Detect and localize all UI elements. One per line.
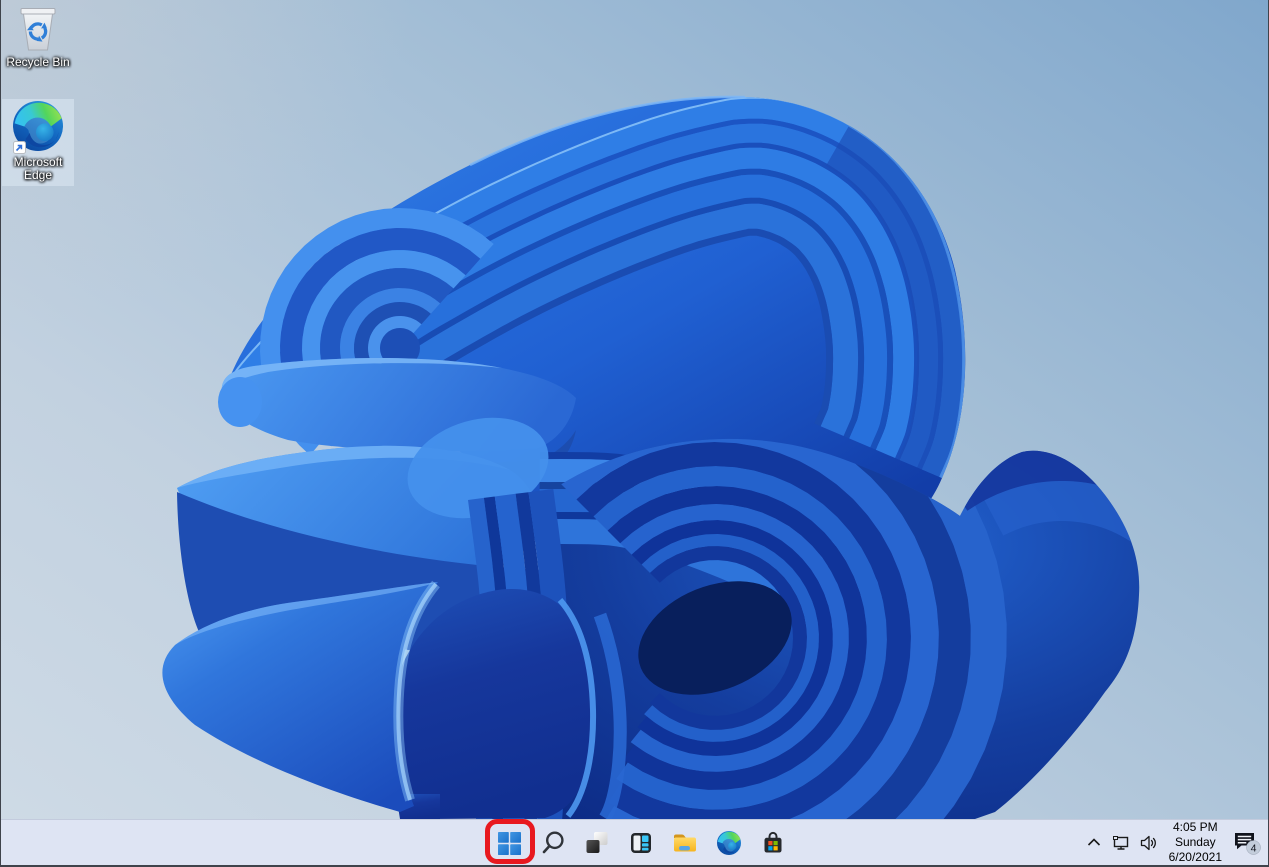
svg-text:4: 4 — [1251, 842, 1257, 854]
